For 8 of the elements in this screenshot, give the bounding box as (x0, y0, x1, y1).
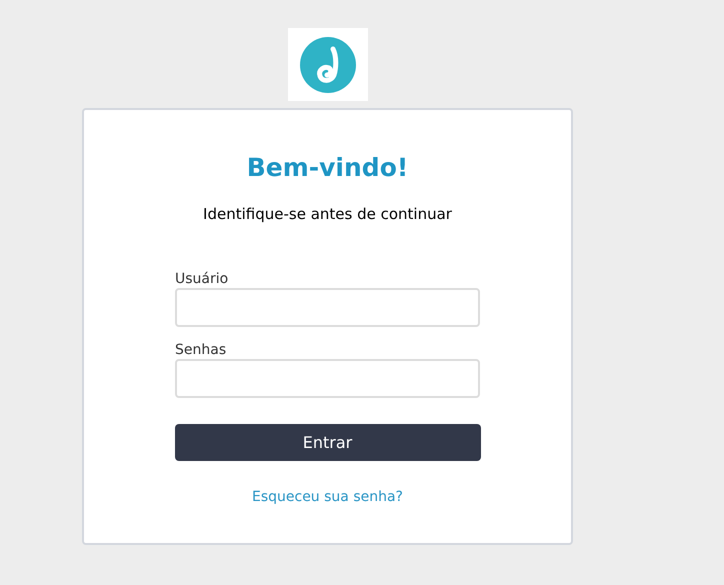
input-field[interactable] (175, 359, 480, 398)
input-field[interactable] (175, 288, 480, 327)
login-button[interactable]: Entrar (174, 424, 480, 461)
logo-icon (300, 36, 356, 92)
field-label: Senhas (175, 341, 228, 359)
welcome-title: Bem-vindo! (246, 152, 408, 184)
field-label: Usuário (175, 270, 230, 288)
subtitle-text: Identifique-se antes de continuar (203, 204, 452, 224)
